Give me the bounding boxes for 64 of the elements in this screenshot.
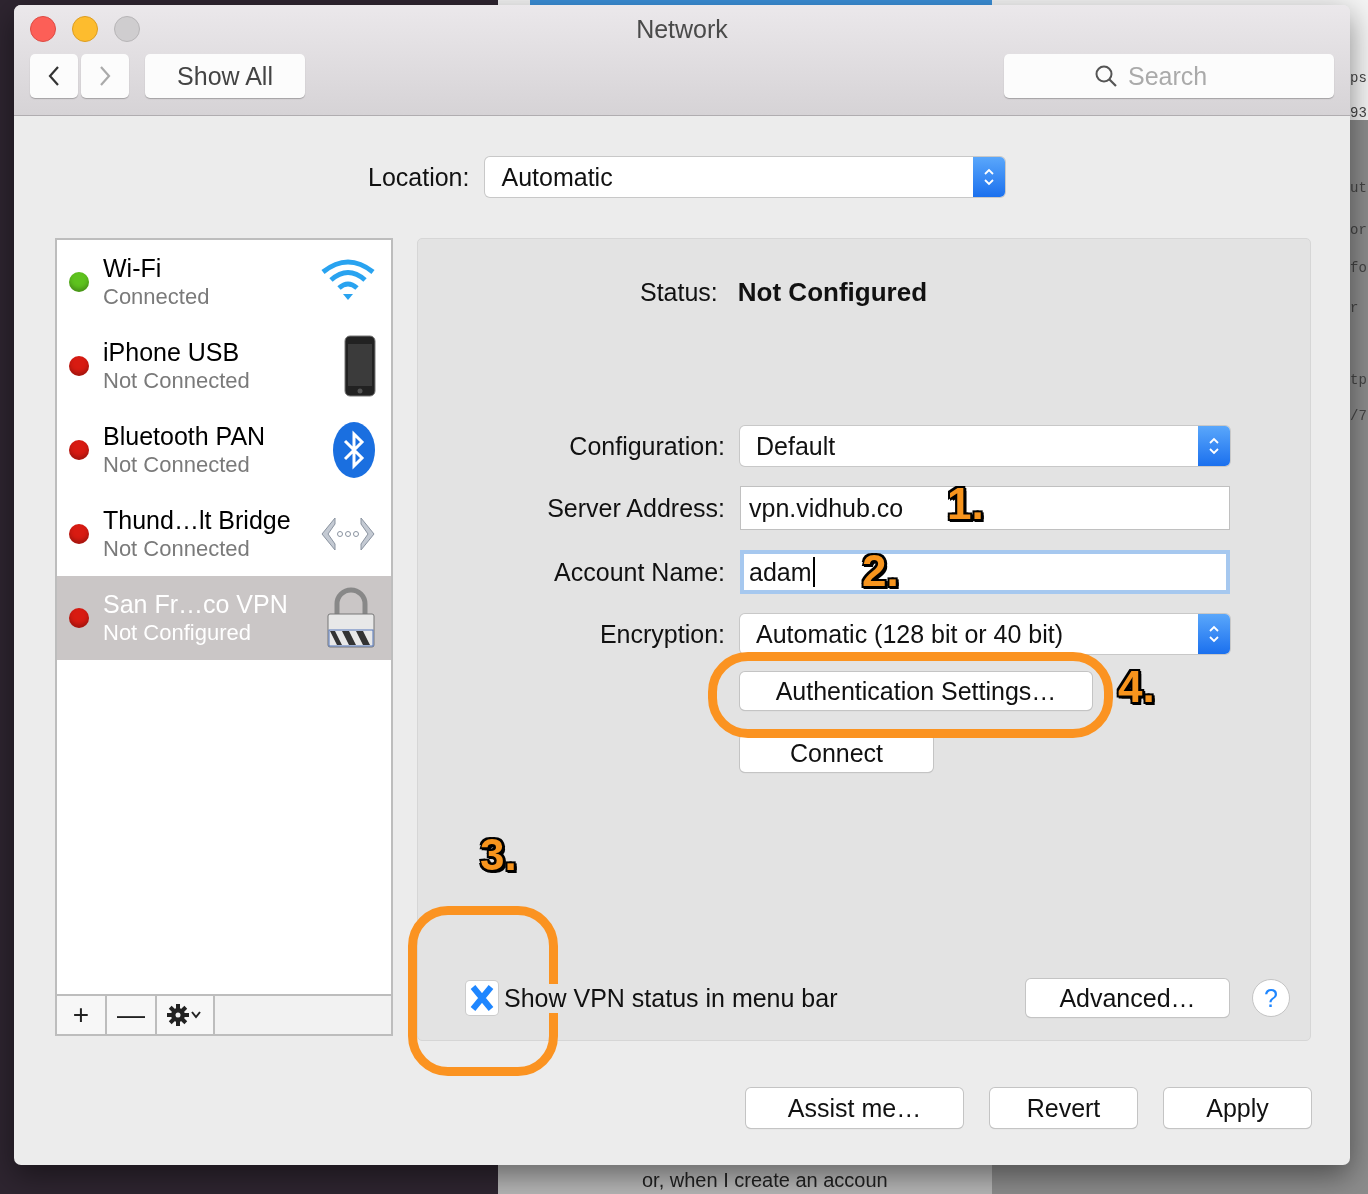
close-button[interactable] xyxy=(30,16,56,42)
padlock-icon xyxy=(325,587,377,649)
status-value: Not Configured xyxy=(737,277,927,308)
add-button[interactable]: + xyxy=(57,996,107,1034)
footer-button[interactable]: Revert xyxy=(990,1088,1137,1128)
show-all-button[interactable]: Show All xyxy=(145,54,305,98)
dropdown-arrows-icon xyxy=(1198,426,1230,466)
service-name: Thund…lt Bridge xyxy=(103,505,292,535)
remove-button[interactable]: — xyxy=(107,996,157,1034)
authentication-settings-button[interactable]: Authentication Settings… xyxy=(740,672,1092,710)
service-name: San Fr…co VPN xyxy=(103,589,289,619)
chevron-left-icon xyxy=(47,65,61,87)
field-label: Encryption: xyxy=(598,619,725,649)
document-text: or, when I create an accoun xyxy=(642,1168,888,1192)
field-label: Configuration: xyxy=(568,431,725,461)
search-icon xyxy=(1094,64,1118,88)
search-field[interactable]: Search xyxy=(1004,54,1334,98)
annotation-number: 3. xyxy=(480,830,517,880)
field-label: Server Address: xyxy=(546,493,725,523)
service-item[interactable]: iPhone USB Not Connected xyxy=(57,324,391,408)
service-status: Connected xyxy=(103,283,211,311)
dropdown[interactable]: Automatic (128 bit or 40 bit) xyxy=(740,614,1230,654)
document-text: /7 xyxy=(1350,408,1367,424)
input-field[interactable]: vpn.vidhub.co 1. xyxy=(740,486,1230,530)
service-status: Not Connected xyxy=(103,367,251,395)
checkbox[interactable] xyxy=(466,981,498,1015)
checkbox-label: Show VPN status in menu bar xyxy=(504,983,838,1013)
document-text: or xyxy=(1350,222,1367,238)
help-button[interactable]: ? xyxy=(1252,979,1290,1017)
service-name: Wi-Fi xyxy=(103,253,163,283)
window-title: Network xyxy=(636,14,728,44)
service-status: Not Configured xyxy=(103,619,252,647)
status-label: Status: xyxy=(640,278,718,307)
dropdown-arrows-icon xyxy=(1198,614,1230,654)
action-menu-button[interactable] xyxy=(157,996,215,1034)
field-label: Account Name: xyxy=(553,557,725,587)
chevron-right-icon xyxy=(98,65,112,87)
input-field[interactable]: adam 2. xyxy=(740,550,1230,594)
service-name: Bluetooth PAN xyxy=(103,421,267,451)
service-status: Not Connected xyxy=(103,535,251,563)
footer-button[interactable]: Apply xyxy=(1164,1088,1311,1128)
back-button[interactable] xyxy=(30,54,78,98)
document-text: 93 xyxy=(1350,105,1367,121)
phone-icon xyxy=(343,335,377,397)
advanced-button[interactable]: Advanced… xyxy=(1026,979,1229,1017)
location-label: Location: xyxy=(368,162,470,192)
dropdown[interactable]: Default xyxy=(740,426,1230,466)
document-text: ut xyxy=(1350,180,1367,196)
document-text: tp xyxy=(1350,372,1367,388)
zoom-button[interactable] xyxy=(114,16,140,42)
document-text: r xyxy=(1350,300,1359,316)
service-item[interactable]: Thund…lt Bridge Not Connected xyxy=(57,492,391,576)
annotation-number: 4. xyxy=(1118,662,1155,712)
service-name: iPhone USB xyxy=(103,337,241,367)
service-status: Not Connected xyxy=(103,451,251,479)
minimize-button[interactable] xyxy=(72,16,98,42)
service-item[interactable]: Bluetooth PAN Not Connected xyxy=(57,408,391,492)
document-text: ps xyxy=(1350,70,1367,86)
document-text: fo xyxy=(1350,260,1367,276)
location-dropdown[interactable]: Automatic xyxy=(485,157,1006,197)
dropdown-arrows-icon xyxy=(973,157,1006,197)
bluetooth-icon xyxy=(331,420,377,480)
service-item[interactable]: Wi-Fi Connected xyxy=(57,240,391,324)
footer-button[interactable]: Assist me… xyxy=(746,1088,963,1128)
